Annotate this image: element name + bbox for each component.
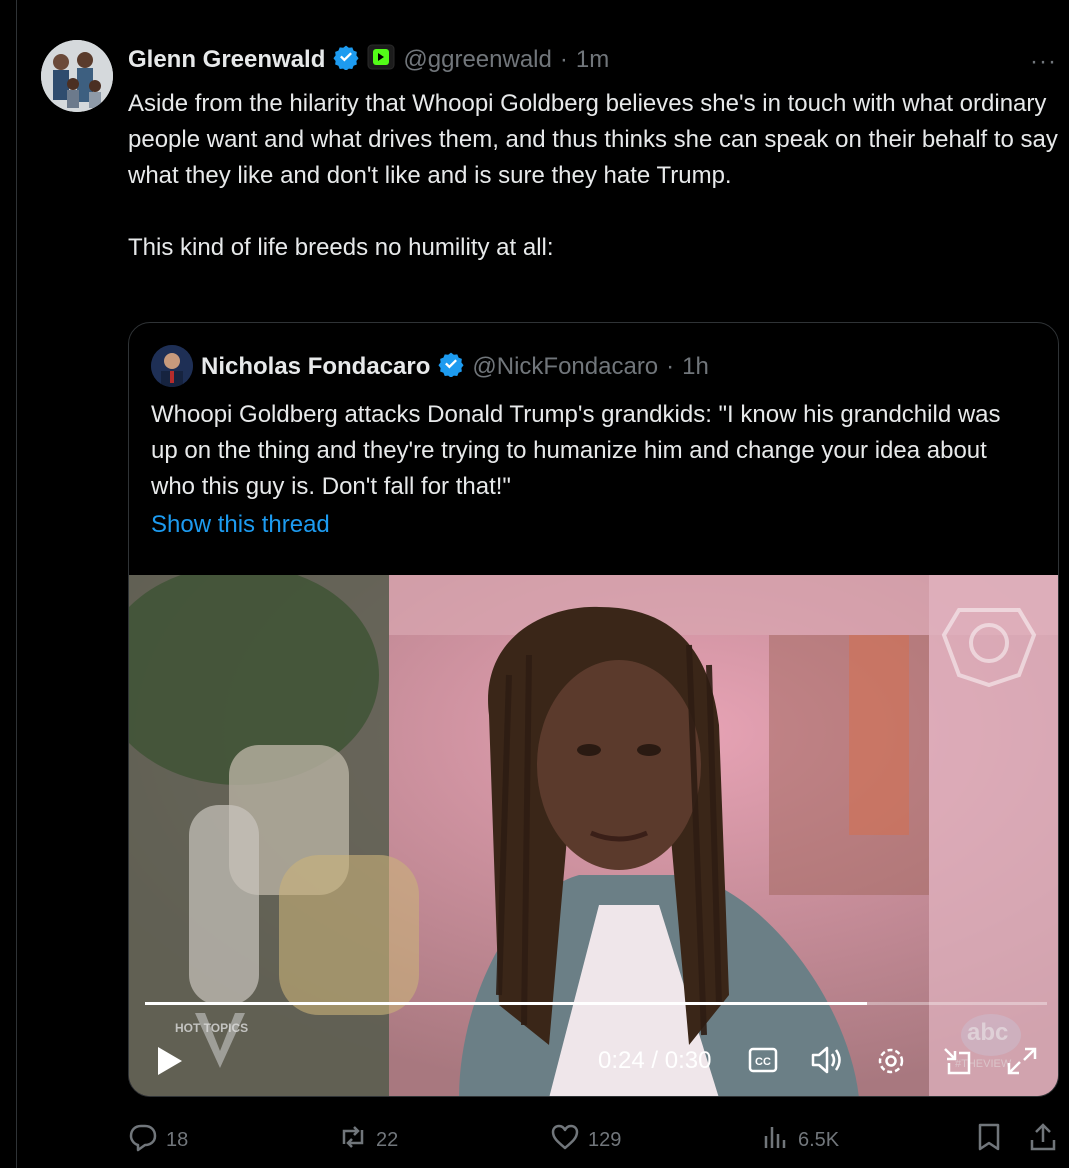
views-chart-icon [760, 1122, 790, 1158]
quoted-author-name[interactable]: Nicholas Fondacaro [201, 353, 430, 381]
video-controls: 0:24 / 0:30 CC [129, 1025, 1058, 1095]
heart-icon [550, 1122, 580, 1158]
timeline-divider [16, 0, 17, 1168]
views-count: 6.5K [798, 1128, 840, 1151]
quoted-tweet-text: Whoopi Goldberg attacks Donald Trump's g… [151, 401, 1001, 500]
views-button[interactable]: 6.5K [760, 1120, 839, 1160]
share-icon [1028, 1122, 1058, 1158]
quoted-tweet-time[interactable]: 1h [682, 353, 709, 381]
reply-button[interactable]: 18 [128, 1120, 188, 1160]
picture-in-picture-icon[interactable] [941, 1045, 973, 1082]
quoted-author-handle[interactable]: @NickFondacaro [472, 353, 658, 381]
fullscreen-icon[interactable] [1005, 1045, 1039, 1082]
bookmark-icon [974, 1122, 1004, 1158]
captions-icon[interactable]: CC [748, 1047, 778, 1078]
play-icon[interactable] [155, 1045, 185, 1082]
like-button[interactable]: 129 [550, 1120, 621, 1160]
tweet-time[interactable]: 1m [576, 46, 609, 74]
svg-text:CC: CC [755, 1056, 771, 1068]
tweet-header: Glenn Greenwald @ggreenwald · 1m [128, 42, 609, 78]
tweet-text: Aside from the hilarity that Whoopi Gold… [128, 90, 1058, 261]
reply-icon [128, 1122, 158, 1158]
show-thread-link[interactable]: Show this thread [151, 511, 330, 539]
more-options-icon[interactable]: ··· [1030, 48, 1057, 76]
verified-badge-icon [333, 44, 359, 77]
separator-dot: · [666, 353, 675, 380]
video-player[interactable]: HOT TOPICS abc #THEVIEW 0:24 / 0:30 CC [129, 575, 1058, 1096]
subscription-badge-icon [367, 44, 395, 77]
reply-count: 18 [166, 1128, 189, 1151]
quoted-tweet[interactable]: Nicholas Fondacaro @NickFondacaro · 1h W… [128, 322, 1059, 1097]
repost-button[interactable]: 22 [338, 1120, 398, 1160]
quoted-author-avatar[interactable] [151, 345, 193, 387]
volume-icon[interactable] [809, 1045, 845, 1080]
video-progress-fill [145, 1002, 867, 1005]
quoted-verified-badge-icon [438, 351, 464, 384]
quoted-tweet-header: Nicholas Fondacaro @NickFondacaro · 1h [201, 349, 709, 385]
separator-dot: · [559, 46, 568, 73]
video-time: 0:24 / 0:30 [598, 1047, 712, 1074]
bookmark-button[interactable] [974, 1120, 1004, 1160]
author-handle[interactable]: @ggreenwald [403, 46, 551, 74]
author-avatar[interactable] [41, 40, 113, 112]
author-name[interactable]: Glenn Greenwald [128, 46, 325, 74]
repost-count: 22 [376, 1128, 399, 1151]
tweet-actions: 18 22 129 6.5K [128, 1120, 1063, 1160]
repost-icon [338, 1122, 368, 1158]
share-button[interactable] [1028, 1120, 1058, 1160]
video-progress-bar[interactable] [145, 1002, 1047, 1005]
like-count: 129 [588, 1128, 622, 1151]
settings-gear-icon[interactable] [875, 1045, 907, 1082]
